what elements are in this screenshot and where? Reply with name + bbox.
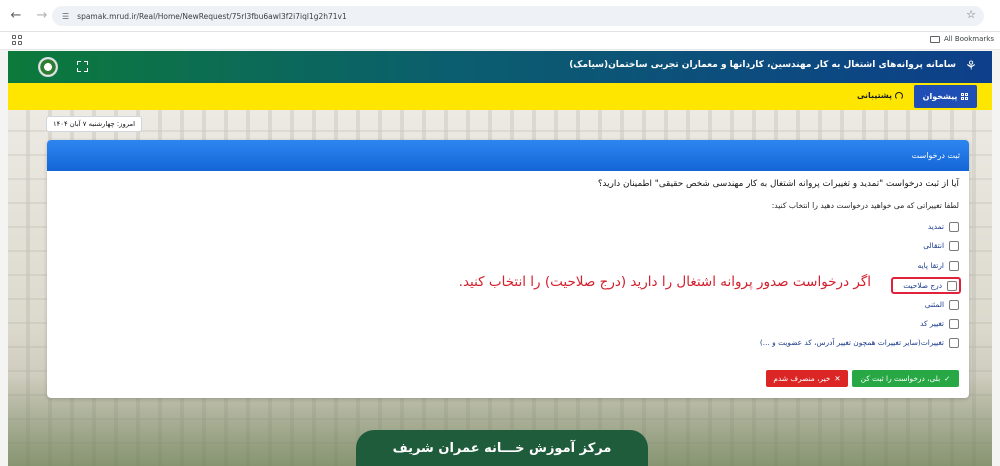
card-body: آیا از ثبت درخواست "تمدید و تغییرات پروا… xyxy=(47,171,969,398)
checkbox[interactable] xyxy=(949,337,959,348)
site-title: سامانه پروانه‌های اشتغال به کار مهندسین،… xyxy=(569,60,956,70)
all-bookmarks-button[interactable]: All Bookmarks xyxy=(929,35,994,43)
checkbox[interactable] xyxy=(949,318,959,329)
fullscreen-icon[interactable] xyxy=(77,61,88,72)
forward-arrow-icon[interactable]: → xyxy=(32,6,52,26)
dashboard-button[interactable]: پیشخوان xyxy=(914,85,977,108)
guidance-note: اگر درخواست صدور پروانه اشتغال را دارید … xyxy=(458,274,871,290)
cancel-label: خیر، منصرف شدم xyxy=(773,374,831,383)
bookmarks-bar: All Bookmarks xyxy=(0,32,1000,50)
checkbox[interactable] xyxy=(947,280,957,291)
option-darj-salahiyat[interactable]: درج صلاحیت xyxy=(903,280,957,291)
government-emblem-icon: ⚘ xyxy=(965,59,977,74)
option-label: ارتقا پایه xyxy=(917,261,944,270)
submit-request-button[interactable]: ✓ بلی، درخواست را ثبت کن xyxy=(852,370,959,387)
submit-label: بلی، درخواست را ثبت کن xyxy=(860,374,941,383)
checkbox[interactable] xyxy=(949,260,959,271)
option-label: تغییرات(سایر تغییرات همچون تغییر آدرس، ک… xyxy=(759,338,944,347)
bookmark-star-icon[interactable]: ☆ xyxy=(966,8,976,21)
option-tamdid[interactable]: تمدید xyxy=(928,221,959,232)
card-title: ثبت درخواست xyxy=(911,151,960,160)
all-bookmarks-label: All Bookmarks xyxy=(943,35,994,43)
user-avatar[interactable] xyxy=(38,57,58,77)
option-label: تمدید xyxy=(927,222,944,231)
back-arrow-icon[interactable]: ← xyxy=(6,6,26,26)
site-info-icon[interactable]: ☰ xyxy=(62,12,69,21)
headset-icon xyxy=(895,91,903,100)
option-almosanna[interactable]: المثنی xyxy=(925,299,959,310)
checkbox[interactable] xyxy=(949,299,959,310)
support-link[interactable]: پشتیبانی xyxy=(857,91,903,100)
check-icon: ✓ xyxy=(944,374,951,383)
option-label: درج صلاحیت xyxy=(903,281,942,290)
watermark-banner: مرکز آموزش خـــانه عمران شریف xyxy=(356,430,648,466)
request-card: ثبت درخواست آیا از ثبت درخواست "تمدید و … xyxy=(47,140,969,398)
apps-grid-icon[interactable] xyxy=(12,35,22,45)
cancel-button[interactable]: ✕ خیر، منصرف شدم xyxy=(766,370,848,387)
dashboard-grid-icon xyxy=(961,93,969,100)
main-toolbar: پیشخوان پشتیبانی xyxy=(8,83,992,110)
site-header: ⚘ سامانه پروانه‌های اشتغال به کار مهندسی… xyxy=(8,51,992,83)
checkbox[interactable] xyxy=(949,221,959,232)
folder-icon xyxy=(929,35,940,43)
option-ertegha-payeh[interactable]: ارتقا پایه xyxy=(918,260,959,271)
today-date-badge: امروز: چهارشنبه ۷ آبان ۱۴۰۴ xyxy=(46,116,143,132)
option-label: تغییر کد xyxy=(920,319,944,328)
url-text: spamak.mrud.ir/Real/Home/NewRequest/75rl… xyxy=(77,11,347,21)
dashboard-label: پیشخوان xyxy=(922,92,958,101)
option-taghir-code[interactable]: تغییر کد xyxy=(920,318,959,329)
card-header: ثبت درخواست xyxy=(47,140,969,171)
option-enteghali[interactable]: انتقالی xyxy=(923,240,959,251)
browser-toolbar: ← → ☰ spamak.mrud.ir/Real/Home/NewReques… xyxy=(0,0,1000,32)
address-bar[interactable]: ☰ spamak.mrud.ir/Real/Home/NewRequest/75… xyxy=(52,6,984,26)
close-icon: ✕ xyxy=(834,374,841,383)
selection-instruction: لطفا تغییراتی که می خواهید درخواست دهید … xyxy=(771,201,959,210)
checkbox[interactable] xyxy=(949,240,959,251)
option-label: انتقالی xyxy=(923,241,944,250)
confirmation-question: آیا از ثبت درخواست "تمدید و تغییرات پروا… xyxy=(597,179,959,189)
support-label: پشتیبانی xyxy=(856,91,892,100)
option-other-changes[interactable]: تغییرات(سایر تغییرات همچون تغییر آدرس، ک… xyxy=(760,337,959,348)
option-label: المثنی xyxy=(924,300,944,309)
